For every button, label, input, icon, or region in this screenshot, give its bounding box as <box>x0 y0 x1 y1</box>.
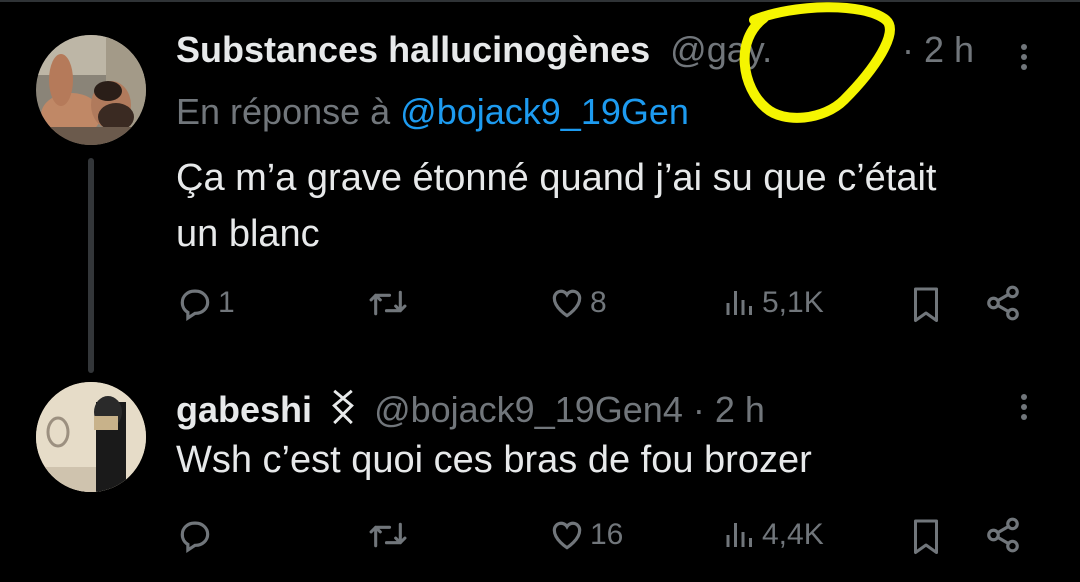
tweet-header: Substances hallucinogènes @gay. <box>176 28 772 72</box>
tweet-1[interactable]: Substances hallucinogènes @gay. · 2 h En… <box>0 0 1080 360</box>
reply-button[interactable]: 1 <box>176 284 235 322</box>
separator-dot: · <box>902 29 914 70</box>
tweet-2[interactable]: gabeshi @bojack9_19Gen4 · 2 h Wsh c’est … <box>0 360 1080 582</box>
share-button[interactable] <box>984 516 1022 554</box>
bookmark-icon <box>908 516 944 556</box>
reply-button[interactable] <box>176 516 218 554</box>
timestamp[interactable]: 2 h <box>715 389 765 430</box>
user-handle[interactable]: @bojack9_19Gen4 <box>374 389 683 430</box>
like-count: 16 <box>590 518 624 551</box>
separator-dot: · <box>692 389 705 430</box>
retweet-icon <box>368 516 408 554</box>
reply-mention-link[interactable]: @bojack9_19Gen <box>400 91 689 132</box>
bookmark-icon <box>908 284 944 324</box>
tweet-text: Wsh c’est quoi ces bras de fou brozer <box>176 432 812 488</box>
views-icon <box>722 516 758 554</box>
bookmark-button[interactable] <box>908 516 944 556</box>
display-name[interactable]: Substances hallucinogènes <box>176 29 650 70</box>
affiliate-badge-icon <box>328 388 358 436</box>
like-button[interactable]: 8 <box>548 284 607 322</box>
bookmark-button[interactable] <box>908 284 944 324</box>
display-name[interactable]: gabeshi <box>176 389 312 430</box>
tweet-text: Ça m’a grave étonné quand j’ai su que c’… <box>176 150 936 262</box>
reply-context: En réponse à @bojack9_19Gen <box>176 90 689 134</box>
heart-icon <box>548 284 586 322</box>
retweet-button[interactable] <box>368 516 412 554</box>
avatar[interactable] <box>36 382 146 492</box>
views-button[interactable]: 5,1K <box>722 284 824 322</box>
avatar[interactable] <box>36 35 146 145</box>
reply-icon <box>176 284 214 322</box>
user-handle[interactable]: @gay. <box>670 29 772 70</box>
share-button[interactable] <box>984 284 1022 322</box>
views-count: 5,1K <box>762 286 824 319</box>
tweet-text-line: Ça m’a grave étonné quand j’ai su que c’… <box>176 157 937 199</box>
more-icon[interactable] <box>1012 40 1036 74</box>
heart-icon <box>548 516 586 554</box>
timestamp[interactable]: 2 h <box>924 29 974 70</box>
more-icon[interactable] <box>1012 390 1036 424</box>
tweet-text-line: un blanc <box>176 213 320 255</box>
tweet-actions: 16 4,4K <box>176 516 1056 560</box>
tweet-actions: 1 8 5,1K <box>176 284 1056 328</box>
views-count: 4,4K <box>762 518 824 551</box>
reply-prefix: En réponse à <box>176 91 391 132</box>
like-count: 8 <box>590 286 607 319</box>
share-icon <box>984 516 1022 554</box>
tweet-text-line: Wsh c’est quoi ces bras de fou brozer <box>176 439 812 481</box>
like-button[interactable]: 16 <box>548 516 623 554</box>
retweet-icon <box>368 284 408 322</box>
views-icon <box>722 284 758 322</box>
reply-icon <box>176 516 214 554</box>
retweet-button[interactable] <box>368 284 412 322</box>
tweet-time-group: · 2 h <box>902 28 974 72</box>
views-button[interactable]: 4,4K <box>722 516 824 554</box>
reply-count: 1 <box>218 286 235 319</box>
tweet-header: gabeshi @bojack9_19Gen4 · 2 h <box>176 388 765 436</box>
share-icon <box>984 284 1022 322</box>
